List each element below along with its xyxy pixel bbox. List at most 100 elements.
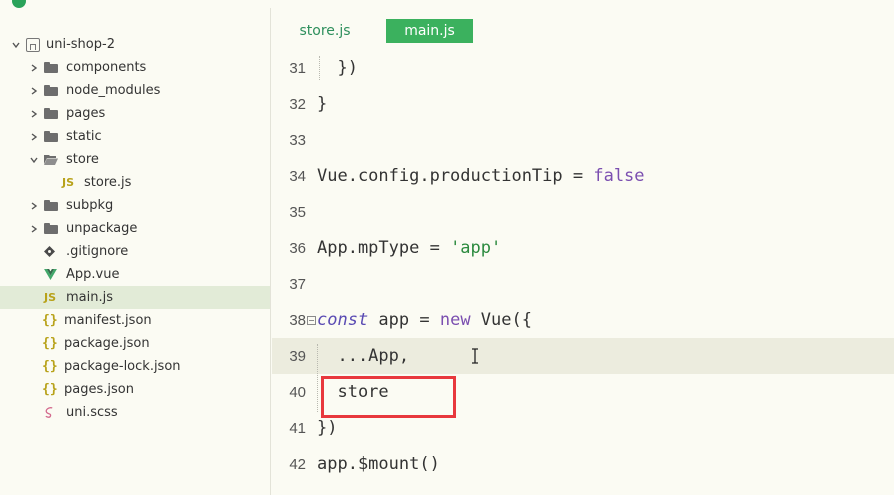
tree-item-label: main.js <box>66 290 113 305</box>
line-number: 31 <box>289 59 306 77</box>
json-file-icon: {} <box>42 336 58 351</box>
code-editor[interactable]: store.js main.js 31 }) 32 } 33 34 Vue.co… <box>272 8 894 495</box>
tree-item-label: static <box>66 129 102 144</box>
tree-item-node-modules[interactable]: node_modules <box>0 79 270 102</box>
chevron-right-icon[interactable] <box>28 108 40 120</box>
js-file-icon: JS <box>44 291 57 304</box>
menu-bar <box>0 0 894 8</box>
app-logo-icon <box>12 0 26 8</box>
tree-item-label: manifest.json <box>64 313 152 328</box>
tree-item-label: subpkg <box>66 198 114 213</box>
code-line[interactable]: 37 <box>272 266 894 302</box>
scss-file-icon <box>44 407 62 418</box>
code-line[interactable]: 42 app.$mount() <box>272 446 894 482</box>
json-file-icon: {} <box>42 382 58 397</box>
tree-item-store-js[interactable]: JS store.js <box>0 171 270 194</box>
code-line[interactable]: 35 <box>272 194 894 230</box>
tree-item-pages[interactable]: pages <box>0 102 270 125</box>
line-number: 35 <box>289 203 306 221</box>
code-token: app = <box>368 310 440 330</box>
tree-item-unpackage[interactable]: unpackage <box>0 217 270 240</box>
tree-item-gitignore[interactable]: .gitignore <box>0 240 270 263</box>
folder-icon <box>44 131 58 142</box>
chevron-down-icon[interactable] <box>10 39 22 51</box>
folder-icon <box>44 108 58 119</box>
line-number: 40 <box>289 383 306 401</box>
tab-main-js[interactable]: main.js <box>386 19 473 43</box>
line-number: 41 <box>289 419 306 437</box>
tree-item-store[interactable]: store <box>0 148 270 171</box>
code-text: }) <box>317 418 338 438</box>
fold-toggle-icon[interactable] <box>307 315 316 325</box>
tree-item-app-vue[interactable]: App.vue <box>0 263 270 286</box>
code-line[interactable]: 32 } <box>272 86 894 122</box>
code-text: Vue.config.productionTip = false <box>317 166 645 186</box>
annotation-highlight-box <box>321 376 456 418</box>
git-file-icon <box>44 246 62 257</box>
tree-item-main-js[interactable]: JS main.js <box>0 286 270 309</box>
code-text: } <box>317 94 328 114</box>
line-number: 42 <box>289 455 306 473</box>
tree-item-label: store.js <box>84 175 132 190</box>
folder-icon <box>44 85 58 96</box>
tree-item-label: pages.json <box>64 382 134 397</box>
folder-icon <box>44 223 58 234</box>
code-keyword: new <box>439 310 471 330</box>
code-text: ...App, <box>317 346 410 366</box>
code-line-current[interactable]: 39 ...App, <box>272 338 894 374</box>
json-file-icon: {} <box>42 313 58 328</box>
project-explorer: uni-shop-2 components node_modules pages… <box>0 8 271 495</box>
tree-root[interactable]: uni-shop-2 <box>0 33 270 56</box>
text-cursor-icon <box>472 348 478 364</box>
code-token: Vue.config.productionTip = <box>317 166 594 186</box>
tree-item-static[interactable]: static <box>0 125 270 148</box>
chevron-right-icon[interactable] <box>28 62 40 74</box>
line-number: 36 <box>289 239 306 257</box>
tree-item-label: components <box>66 60 147 75</box>
project-icon <box>26 37 40 52</box>
code-line[interactable]: 38 const app = new Vue({ <box>272 302 894 338</box>
code-line[interactable]: 36 App.mpType = 'app' <box>272 230 894 266</box>
tree-item-label: store <box>66 152 99 167</box>
chevron-right-icon[interactable] <box>28 223 40 235</box>
editor-tab-bar: store.js main.js <box>272 8 894 44</box>
line-number: 33 <box>289 131 306 149</box>
line-number: 34 <box>289 167 306 185</box>
code-keyword: const <box>317 310 369 330</box>
folder-icon <box>44 200 58 211</box>
tree-item-package-json[interactable]: {} package.json <box>0 332 270 355</box>
tree-item-components[interactable]: components <box>0 56 270 79</box>
chevron-right-icon[interactable] <box>28 200 40 212</box>
line-number: 38 <box>289 311 306 329</box>
line-number: 37 <box>289 275 306 293</box>
folder-open-icon <box>44 155 58 165</box>
code-string: 'app' <box>450 238 502 258</box>
chevron-right-icon[interactable] <box>28 131 40 143</box>
tree-root-label: uni-shop-2 <box>46 37 115 52</box>
code-text: const app = new Vue({ <box>317 310 532 330</box>
tree-item-label: App.vue <box>66 267 120 282</box>
tree-item-label: pages <box>66 106 106 121</box>
js-file-icon: JS <box>62 176 75 189</box>
tree-item-label: uni.scss <box>66 405 118 420</box>
tree-item-label: package.json <box>64 336 150 351</box>
tab-store-js[interactable]: store.js <box>290 19 360 43</box>
tree-item-package-lock-json[interactable]: {} package-lock.json <box>0 355 270 378</box>
tree-item-label: unpackage <box>66 221 138 236</box>
code-line[interactable]: 31 }) <box>272 50 894 86</box>
code-line[interactable]: 33 <box>272 122 894 158</box>
tree-item-label: node_modules <box>66 83 161 98</box>
code-line[interactable]: 34 Vue.config.productionTip = false <box>272 158 894 194</box>
line-number: 39 <box>289 347 306 365</box>
code-token: App.mpType = <box>317 238 451 258</box>
chevron-right-icon[interactable] <box>28 85 40 97</box>
indent-guide <box>317 344 318 412</box>
tree-item-subpkg[interactable]: subpkg <box>0 194 270 217</box>
tree-item-label: .gitignore <box>66 244 129 259</box>
code-text: app.$mount() <box>317 454 440 474</box>
tree-item-uni-scss[interactable]: uni.scss <box>0 401 270 424</box>
chevron-down-icon[interactable] <box>28 154 40 166</box>
indent-guide <box>319 56 320 80</box>
tree-item-pages-json[interactable]: {} pages.json <box>0 378 270 401</box>
tree-item-manifest-json[interactable]: {} manifest.json <box>0 309 270 332</box>
